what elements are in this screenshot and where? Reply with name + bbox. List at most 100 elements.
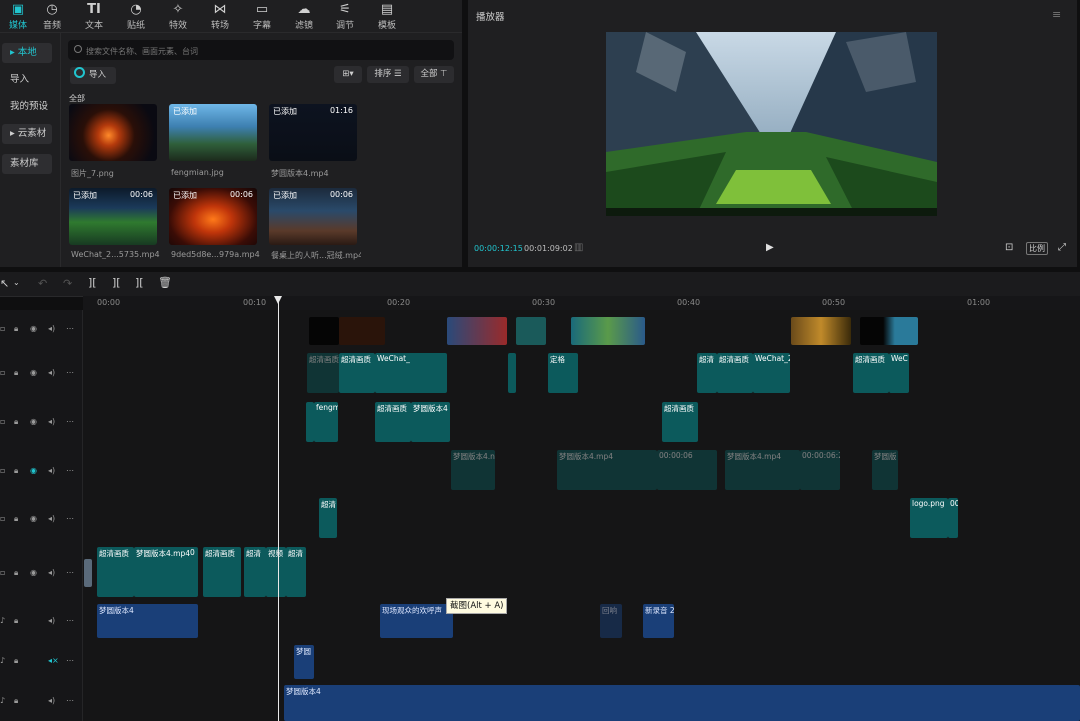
video-clip[interactable]: WeChat_2	[753, 353, 790, 393]
tool-effects[interactable]: ✧ 特效	[160, 2, 196, 31]
playhead-handle[interactable]	[274, 296, 282, 304]
ratio-button[interactable]: 比例	[1026, 242, 1048, 255]
video-clip[interactable]	[306, 402, 314, 442]
video-clip[interactable]: WeC	[889, 353, 909, 393]
media-item[interactable]: 已添加 00:06	[169, 188, 257, 245]
more-icon[interactable]: ⋯	[66, 696, 74, 705]
audio-clip[interactable]: 现场观众的欢呼声	[380, 604, 453, 638]
media-item[interactable]: 已添加 00:06	[269, 188, 357, 245]
video-clip[interactable]	[339, 317, 385, 345]
split-icon[interactable]: ][	[88, 276, 97, 289]
video-clip[interactable]	[860, 317, 918, 345]
video-clip[interactable]: 超清画质	[97, 547, 134, 597]
video-clip[interactable]	[309, 317, 339, 345]
side-item-import[interactable]: 导入	[2, 70, 52, 90]
lock-icon[interactable]: 🔒︎	[14, 568, 18, 578]
media-item[interactable]: 已添加 00:06	[69, 188, 157, 245]
import-button[interactable]: 导入	[70, 67, 116, 84]
volume-icon[interactable]: ◂)	[48, 616, 55, 625]
side-item-cloud[interactable]: ▸ 云素材	[2, 124, 52, 144]
lock-icon[interactable]: 🔒︎	[14, 324, 18, 334]
more-icon[interactable]: ⋯	[66, 616, 74, 625]
volume-icon[interactable]: ◂)	[48, 368, 55, 377]
lock-icon[interactable]: 🔒︎	[14, 466, 18, 476]
audio-clip[interactable]: 梦圆版本4	[284, 685, 1080, 721]
lock-icon[interactable]: 🔒︎	[14, 368, 18, 378]
video-clip[interactable]: fengm	[314, 402, 338, 442]
split-right-icon[interactable]: ][	[135, 276, 144, 289]
video-clip[interactable]: 梦圆版本4.mp4 0	[134, 547, 198, 597]
video-clip[interactable]	[516, 317, 546, 345]
audio-clip[interactable]: 回响	[600, 604, 622, 638]
audio-clip[interactable]: 梦圆版本4	[97, 604, 198, 638]
tool-filter[interactable]: ☁ 滤镜	[286, 2, 322, 31]
undo-icon[interactable]: ↶	[38, 277, 47, 290]
lock-icon[interactable]: 🔒︎	[14, 417, 18, 427]
tool-adjust[interactable]: ⚟ 调节	[327, 2, 363, 31]
lock-icon[interactable]: 🔒︎	[14, 616, 18, 626]
audio-clip[interactable]: 新录音 2	[643, 604, 674, 638]
video-clip[interactable]: 超清画质	[339, 353, 375, 393]
volume-icon[interactable]: ◂)	[48, 514, 55, 523]
tool-audio[interactable]: ◷ 音频	[34, 2, 70, 31]
volume-icon[interactable]: ◂)	[48, 466, 55, 475]
sort-button[interactable]: 排序 ☰	[367, 66, 409, 83]
side-item-local[interactable]: ▸ 本地	[2, 43, 52, 63]
volume-icon[interactable]: ◂)	[48, 568, 55, 577]
video-clip[interactable]: 梦圆版本4.n	[451, 450, 495, 490]
timecode-grid-icon[interactable]: ▥	[574, 242, 583, 253]
fullscreen-button[interactable]: ⤢	[1058, 242, 1066, 253]
lock-icon[interactable]: 🔒︎	[14, 656, 18, 666]
video-clip[interactable]	[791, 317, 851, 345]
tool-sticker[interactable]: ◔ 贴纸	[118, 2, 154, 31]
video-clip[interactable]	[447, 317, 507, 345]
view-toggle-button[interactable]: ⊞▾	[334, 66, 362, 83]
lock-icon[interactable]: 🔒︎	[14, 514, 18, 524]
delete-icon[interactable]: 🗑	[158, 276, 172, 289]
more-icon[interactable]: ⋯	[66, 466, 74, 475]
eye-icon[interactable]: ◉	[30, 368, 37, 377]
video-clip[interactable]: 超清	[697, 353, 717, 393]
video-clip[interactable]	[571, 317, 645, 345]
tool-transition[interactable]: ⋈ 转场	[202, 2, 238, 31]
tool-media[interactable]: ▣ 媒体	[0, 2, 36, 31]
eye-icon[interactable]: ◉	[30, 568, 37, 577]
eye-icon[interactable]: ◉	[30, 514, 37, 523]
video-clip[interactable]: 超清画质	[375, 402, 411, 442]
image-clip[interactable]: logo.png	[910, 498, 948, 538]
menu-icon[interactable]: ≡	[1052, 8, 1061, 21]
media-item[interactable]: 已添加	[169, 104, 257, 161]
video-clip[interactable]	[508, 353, 516, 393]
video-clip[interactable]: 视频	[266, 547, 286, 597]
chevron-down-icon[interactable]: ⌄	[13, 278, 20, 287]
video-clip[interactable]: 超清画质	[717, 353, 753, 393]
video-clip[interactable]: 超清	[244, 547, 266, 597]
video-clip[interactable]: 00:00:06:2	[800, 450, 840, 490]
tool-subtitle[interactable]: ▭ 字幕	[244, 2, 280, 31]
tool-text[interactable]: TI 文本	[76, 2, 112, 31]
more-icon[interactable]: ⋯	[66, 656, 74, 665]
eye-icon[interactable]: ◉	[30, 324, 37, 333]
side-item-library[interactable]: 素材库	[2, 154, 52, 174]
video-clip[interactable]: 定格	[548, 353, 578, 393]
volume-icon[interactable]: ◂)	[48, 696, 55, 705]
media-item[interactable]: 已添加 01:16	[269, 104, 357, 161]
split-left-icon[interactable]: ][	[112, 276, 121, 289]
image-clip[interactable]: 00	[948, 498, 958, 538]
eye-hidden-icon[interactable]: ◉	[30, 466, 37, 475]
video-clip[interactable]: WeChat_	[375, 353, 447, 393]
video-clip[interactable]: 梦圆版本4.mp4	[725, 450, 800, 490]
playhead[interactable]	[278, 296, 279, 721]
eye-icon[interactable]: ◉	[30, 417, 37, 426]
video-clip[interactable]: 超清	[319, 498, 337, 538]
video-clip[interactable]: 梦圆版本4.mp4	[557, 450, 657, 490]
video-clip[interactable]: 梦圆版	[872, 450, 898, 490]
video-clip[interactable]: 超清画质	[853, 353, 889, 393]
volume-icon[interactable]: ◂)	[48, 324, 55, 333]
more-icon[interactable]: ⋯	[66, 324, 74, 333]
timeline-ruler[interactable]: 00:00 00:10 00:20 00:30 00:40 00:50 01:0…	[83, 296, 1080, 310]
filter-button[interactable]: 全部 ⊤	[414, 66, 454, 83]
video-clip[interactable]: 超清画质	[662, 402, 698, 442]
search-input[interactable]	[84, 40, 448, 62]
more-icon[interactable]: ⋯	[66, 514, 74, 523]
